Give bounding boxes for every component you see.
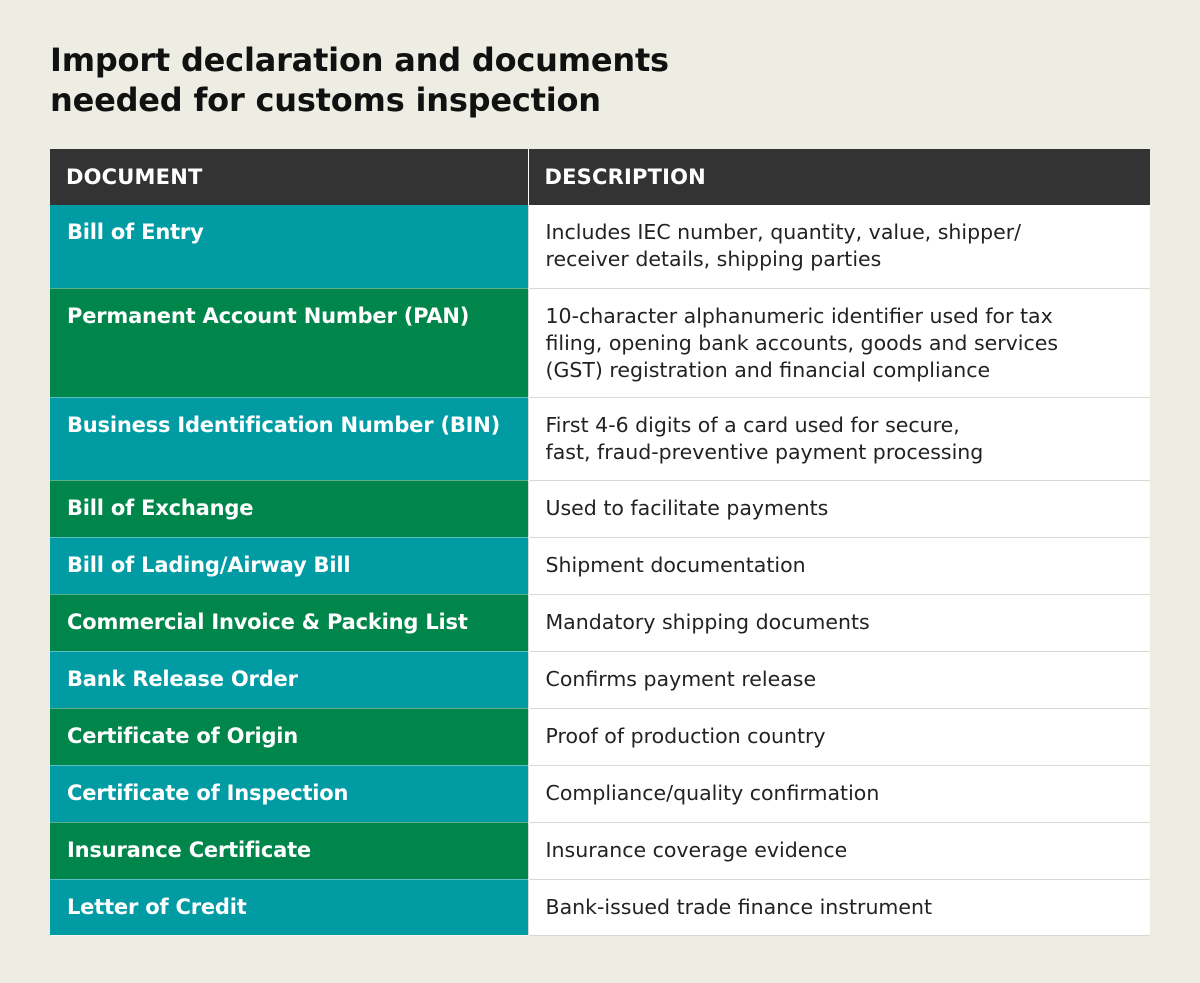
documents-table: DOCUMENT DESCRIPTION Bill of Entry Inclu… xyxy=(50,149,1150,936)
description-line: Proof of production country xyxy=(545,723,826,748)
description-line: Mandatory shipping documents xyxy=(545,609,870,634)
document-name: Letter of Credit xyxy=(50,879,528,936)
document-description: Bank-issued trade finance instrument xyxy=(527,879,1150,936)
document-name: Bill of Entry xyxy=(50,205,528,289)
document-name: Certificate of Inspection xyxy=(50,765,528,823)
table-row: Commercial Invoice & Packing List Mandat… xyxy=(50,594,1150,652)
table-row: Bill of Lading/Airway Bill Shipment docu… xyxy=(50,537,1150,595)
description-line: Used to facilitate payments xyxy=(545,495,829,520)
table-row: Bill of Exchange Used to facilitate paym… xyxy=(50,480,1150,538)
document-description: Shipment documentation xyxy=(527,537,1150,595)
document-description: First 4-6 digits of a card used for secu… xyxy=(527,397,1150,481)
document-name: Bill of Lading/Airway Bill xyxy=(50,537,528,595)
table-row: Bill of Entry Includes IEC number, quant… xyxy=(50,205,1150,289)
description-line: First 4-6 digits of a card used for secu… xyxy=(545,412,960,437)
header-document: DOCUMENT xyxy=(50,149,529,205)
description-line: Shipment documentation xyxy=(545,552,806,577)
table-row: Certificate of Origin Proof of productio… xyxy=(50,708,1150,766)
document-description: Includes IEC number, quantity, value, sh… xyxy=(527,205,1150,289)
table-row: Permanent Account Number (PAN) 10-charac… xyxy=(50,288,1150,398)
document-description: Used to facilitate payments xyxy=(527,480,1150,538)
document-name: Insurance Certificate xyxy=(50,822,528,880)
table-row: Insurance Certificate Insurance coverage… xyxy=(50,822,1150,880)
page-title: Import declaration and documents needed … xyxy=(50,40,850,120)
table-row: Bank Release Order Confirms payment rele… xyxy=(50,651,1150,709)
header-description: DESCRIPTION xyxy=(528,149,1150,205)
table-row: Letter of Credit Bank-issued trade finan… xyxy=(50,879,1150,936)
table-row: Certificate of Inspection Compliance/qua… xyxy=(50,765,1150,823)
document-name: Certificate of Origin xyxy=(50,708,528,766)
document-name: Bill of Exchange xyxy=(50,480,528,538)
document-description: Compliance/quality confirmation xyxy=(527,765,1150,823)
document-name: Permanent Account Number (PAN) xyxy=(50,288,528,398)
page-title-line-1: Import declaration and documents xyxy=(50,41,669,79)
document-description: Confirms payment release xyxy=(527,651,1150,709)
document-name: Bank Release Order xyxy=(50,651,528,709)
document-description: 10-character alphanumeric identifier use… xyxy=(527,288,1150,398)
description-line: Bank-issued trade finance instrument xyxy=(545,894,933,919)
document-description: Proof of production country xyxy=(527,708,1150,766)
description-line: receiver details, shipping parties xyxy=(545,247,882,271)
description-line: Compliance/quality confirmation xyxy=(545,780,880,805)
document-name: Commercial Invoice & Packing List xyxy=(50,594,528,652)
description-line: (GST) registration and financial complia… xyxy=(545,357,991,382)
table-header-row: DOCUMENT DESCRIPTION xyxy=(50,149,1150,205)
page-title-line-2: needed for customs inspection xyxy=(50,81,601,119)
description-line: Insurance coverage evidence xyxy=(545,837,848,862)
description-line: Includes IEC number, quantity, value, sh… xyxy=(545,220,1022,244)
document-description: Mandatory shipping documents xyxy=(527,594,1150,652)
description-line: Confirms payment release xyxy=(545,666,817,691)
table-row: Business Identification Number (BIN) Fir… xyxy=(50,397,1150,481)
description-line: filing, opening bank accounts, goods and… xyxy=(545,330,1059,355)
description-line: fast, fraud-preventive payment processin… xyxy=(545,439,984,464)
document-description: Insurance coverage evidence xyxy=(527,822,1150,880)
document-name: Business Identification Number (BIN) xyxy=(50,397,528,481)
description-line: 10-character alphanumeric identifier use… xyxy=(545,303,1053,328)
